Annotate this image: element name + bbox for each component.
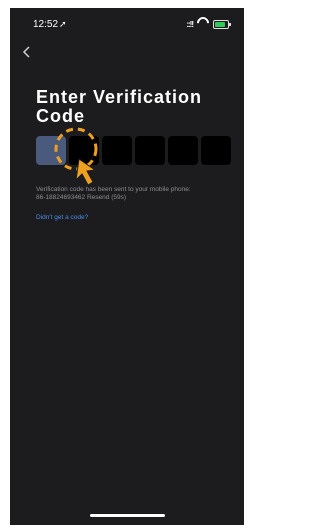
status-indicators: ::!! (186, 14, 231, 32)
wifi-icon (194, 14, 212, 32)
code-digit-2[interactable] (69, 136, 99, 165)
resend-timer[interactable]: Resend (59s) (87, 194, 126, 201)
code-digit-1[interactable] (36, 136, 66, 165)
location-icon: ➚ (59, 19, 67, 29)
home-indicator (90, 514, 165, 517)
page-title: Enter Verification Code (36, 87, 203, 126)
verification-code-input[interactable] (36, 136, 231, 165)
battery-icon (213, 20, 231, 29)
didnt-get-code-link[interactable]: Didn't get a code? (36, 214, 88, 221)
code-digit-5[interactable] (168, 136, 198, 165)
hint-text: Verification code has been sent to your … (36, 186, 191, 193)
code-digit-6[interactable] (201, 136, 231, 165)
code-digit-3[interactable] (102, 136, 132, 165)
status-time: 12:52 (33, 19, 59, 30)
back-chevron-icon[interactable] (20, 45, 34, 59)
chevron-left-icon (22, 46, 30, 58)
code-digit-4[interactable] (135, 136, 165, 165)
signal-icon: ::!! (186, 20, 194, 29)
verification-hint: Verification code has been sent to your … (36, 186, 236, 202)
hint-phone: 86-18824693462 (36, 194, 86, 201)
status-bar: 12:52 ➚ ::!! (10, 14, 244, 33)
phone-screen: 12:52 ➚ ::!! Enter Verification Code Ver… (10, 8, 244, 525)
